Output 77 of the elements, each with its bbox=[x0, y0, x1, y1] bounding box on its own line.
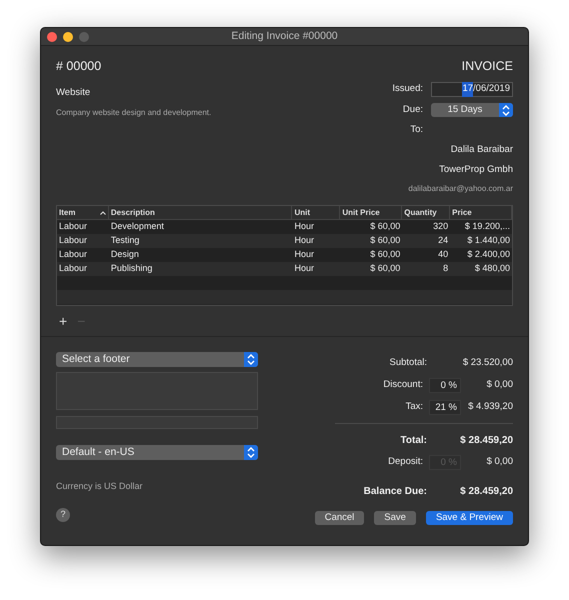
total-label: Deposit: bbox=[388, 454, 423, 469]
table-cell-text: 40 bbox=[437, 248, 450, 262]
footer-select[interactable]: Select a footer bbox=[56, 352, 258, 367]
table-row[interactable]: Labour Testing Hour $ 60,00 24 $ 1.440,00 bbox=[57, 234, 512, 248]
column-header[interactable]: Item bbox=[57, 206, 109, 219]
table-cell-text: Labour bbox=[58, 220, 88, 234]
total-amount: $ 23.520,00 bbox=[462, 356, 513, 370]
help-button[interactable]: ? bbox=[56, 508, 70, 522]
recipient-name: TowerProp Gmbh bbox=[439, 162, 513, 177]
column-header[interactable]: Unit Price bbox=[340, 206, 402, 219]
table-cell-text: 320 bbox=[432, 220, 450, 234]
stepper-icon bbox=[244, 445, 258, 460]
due-select[interactable]: 15 Days bbox=[431, 103, 513, 118]
invoice-number: # 00000 bbox=[56, 58, 102, 75]
total-label: Discount: bbox=[383, 378, 423, 392]
document-type: INVOICE bbox=[462, 58, 513, 75]
minimize-icon[interactable] bbox=[63, 32, 73, 42]
percent-field[interactable]: 21 % bbox=[429, 400, 461, 414]
window-title: Editing Invoice #00000 bbox=[231, 28, 338, 44]
table-cell-text: Labour bbox=[58, 234, 88, 248]
table-cell-text: Hour bbox=[293, 220, 315, 234]
currency-note: Currency is US Dollar bbox=[56, 480, 144, 493]
dialog-button[interactable]: Cancel bbox=[314, 511, 364, 525]
total-label: Subtotal: bbox=[390, 356, 427, 370]
table-cell-text: 24 bbox=[437, 234, 450, 248]
column-header[interactable]: Quantity bbox=[402, 206, 450, 219]
total-label: Total: bbox=[400, 434, 427, 448]
table-cell-text: $ 19.200,... bbox=[464, 220, 511, 234]
date-field[interactable]: 17/06/2019 bbox=[431, 82, 513, 97]
table-cell-text: $ 60,00 bbox=[369, 262, 402, 276]
total-amount: $ 0,00 bbox=[486, 454, 513, 469]
total-amount: $ 4.939,20 bbox=[467, 400, 513, 414]
table-cell-text: Design bbox=[110, 248, 140, 262]
footer-field[interactable] bbox=[56, 416, 258, 429]
percent-field[interactable]: 0 % bbox=[429, 378, 461, 392]
table-cell-text: Hour bbox=[293, 248, 315, 262]
column-header[interactable]: Description bbox=[108, 206, 292, 219]
table-row[interactable]: Labour Publishing Hour $ 60,00 8 $ 480,00 bbox=[57, 262, 512, 276]
table-cell-text: $ 2.400,00 bbox=[466, 248, 511, 262]
total-amount: $ 0,00 bbox=[486, 378, 513, 392]
table-cell-text: Hour bbox=[293, 262, 315, 276]
recipient-name: Dalila Baraibar bbox=[450, 142, 513, 156]
column-header[interactable]: Price bbox=[450, 206, 512, 219]
table-cell-text: Publishing bbox=[110, 262, 154, 276]
total-amount: $ 28.459,20 bbox=[459, 484, 513, 498]
project-name: Website bbox=[56, 86, 92, 100]
table-cell-text: Development bbox=[110, 220, 165, 234]
table-cell-text: 8 bbox=[442, 262, 450, 276]
total-label: Balance Due: bbox=[364, 484, 427, 498]
table-cell-text: $ 60,00 bbox=[369, 248, 402, 262]
table-cell-text: Labour bbox=[58, 262, 88, 276]
save-preview-button[interactable]: Save & Preview bbox=[426, 511, 513, 525]
table-row[interactable]: Labour Development Hour $ 60,00 320 $ 19.200,... bbox=[57, 220, 512, 234]
close-icon[interactable] bbox=[47, 32, 57, 42]
locale-select[interactable]: Default - en-US bbox=[56, 445, 258, 460]
total-amount: $ 28.459,20 bbox=[459, 434, 513, 448]
dialog-button[interactable]: Save bbox=[374, 511, 416, 525]
table-cell-text: Testing bbox=[110, 234, 140, 248]
table-cell-text: $ 60,00 bbox=[369, 234, 402, 248]
stepper-icon bbox=[244, 352, 258, 367]
table-row[interactable]: Labour Design Hour $ 60,00 40 $ 2.400,00 bbox=[57, 248, 512, 262]
column-header[interactable]: Unit bbox=[292, 206, 340, 219]
table-cell-text: $ 1.440,00 bbox=[466, 234, 511, 248]
table-cell-text: $ 480,00 bbox=[474, 262, 511, 276]
due-label: Due: bbox=[402, 103, 423, 117]
add-button[interactable]: + bbox=[59, 314, 68, 328]
to-label: To: bbox=[409, 123, 423, 138]
issued-label: Issued: bbox=[392, 82, 423, 96]
zoom-icon[interactable] bbox=[79, 32, 89, 42]
total-label: Tax: bbox=[406, 400, 423, 414]
table-cell-text: Labour bbox=[58, 248, 88, 262]
table-cell-text: Hour bbox=[293, 234, 315, 248]
table-cell-text: $ 60,00 bbox=[369, 220, 402, 234]
recipient-email: dalilabaraibar@yahoo.com.ar bbox=[408, 183, 513, 195]
stepper-icon bbox=[499, 103, 513, 118]
project-description: Company website design and development. bbox=[56, 107, 212, 120]
footer-text-area[interactable] bbox=[56, 372, 258, 410]
